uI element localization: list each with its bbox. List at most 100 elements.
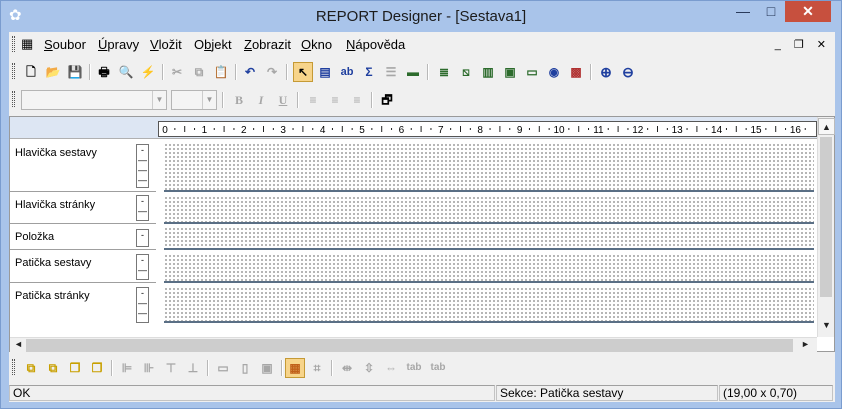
properties-icon[interactable]: 🗗 (377, 90, 397, 110)
menu-napoveda[interactable]: Nápověda (346, 37, 405, 52)
pointer-icon[interactable]: ↖ (293, 62, 313, 82)
ruler-tick (302, 126, 304, 132)
print-icon[interactable]: 🖶 (94, 62, 114, 82)
toolbar-grip[interactable] (12, 63, 15, 79)
bring-front-icon[interactable]: ⧉ (21, 358, 41, 378)
bold-button[interactable]: B (229, 90, 249, 110)
zoom-in-icon[interactable]: ⊕ (596, 62, 616, 82)
close-button[interactable]: ✕ (785, 1, 831, 22)
label-icon[interactable]: ▤ (315, 62, 335, 82)
band-page-header[interactable] (164, 196, 814, 224)
section-label-page-header[interactable]: Hlavička stránky - — (10, 192, 156, 224)
menu-soubor[interactable]: Soubor (44, 37, 86, 52)
horizontal-scrollbar[interactable]: ◄ ► (10, 337, 817, 352)
align-right-icon[interactable]: ⊪ (139, 358, 159, 378)
send-backward-icon[interactable]: ❐ (87, 358, 107, 378)
tab-v-icon[interactable]: tab (427, 358, 449, 378)
section-icon-2[interactable]: ⧅ (456, 62, 476, 82)
center-v-icon[interactable]: ⇳ (359, 358, 379, 378)
menu-vlozit[interactable]: Vložit (150, 37, 182, 52)
cut-icon[interactable]: ✂ (167, 62, 187, 82)
run-lightning-icon[interactable]: ⚡ (138, 62, 158, 82)
same-width-icon[interactable]: ▭ (213, 358, 233, 378)
chevron-down-icon[interactable]: ▼ (202, 91, 216, 109)
ruler-label: 12 (632, 125, 644, 136)
align-center-icon[interactable]: ≡ (325, 90, 345, 110)
center-h-icon[interactable]: ⇹ (337, 358, 357, 378)
maximize-button[interactable]: □ (757, 1, 785, 22)
chevron-down-icon[interactable]: ▼ (152, 91, 166, 109)
section-icon-5[interactable]: ▭ (522, 62, 542, 82)
paste-icon[interactable]: 📋 (211, 62, 231, 82)
section-label-report-footer[interactable]: Patička sestavy - — (10, 250, 156, 283)
zoom-out-icon[interactable]: ⊖ (618, 62, 638, 82)
align-left-icon[interactable]: ≡ (303, 90, 323, 110)
toolbar-grip[interactable] (12, 359, 15, 375)
vertical-scrollbar[interactable]: ▲ ▼ (817, 117, 835, 337)
band-report-header[interactable] (164, 143, 814, 192)
section-height-gauge[interactable]: - — (136, 254, 149, 280)
print-preview-icon[interactable]: 🔍 (116, 62, 136, 82)
copy-icon[interactable]: ⧉ (189, 62, 209, 82)
menu-okno[interactable]: Okno (301, 37, 332, 52)
ruler-label: 9 (517, 125, 523, 136)
section-label-report-header[interactable]: Hlavička sestavy - — — — (10, 140, 156, 192)
redo-icon[interactable]: ↷ (262, 62, 282, 82)
section-height-gauge[interactable]: - — (136, 195, 149, 221)
section-icon-4[interactable]: ▣ (500, 62, 520, 82)
section-height-gauge[interactable]: - (136, 229, 149, 247)
title-bar[interactable]: ✿ REPORT Designer - [Sestava1] — □ ✕ (1, 1, 841, 32)
horizontal-scroll-thumb[interactable] (26, 339, 793, 352)
scroll-down-button[interactable]: ▼ (818, 317, 835, 334)
scroll-left-button[interactable]: ◄ (10, 337, 27, 352)
document-icon[interactable]: ▦ (21, 36, 33, 52)
align-right-icon[interactable]: ≡ (347, 90, 367, 110)
section-label-page-footer[interactable]: Patička stránky - — — (10, 283, 156, 325)
scroll-up-button[interactable]: ▲ (818, 118, 835, 135)
section-height-gauge[interactable]: - — — — (136, 144, 149, 188)
menu-objekt[interactable]: Objekt (194, 37, 232, 52)
font-size-combo[interactable]: ▼ (171, 90, 217, 110)
section-icon-3[interactable]: ▥ (478, 62, 498, 82)
vertical-scroll-thumb[interactable] (820, 137, 832, 297)
send-back-icon[interactable]: ⧉ (43, 358, 63, 378)
toolbar-separator (427, 64, 429, 80)
align-top-icon[interactable]: ⊤ (161, 358, 181, 378)
menu-zobrazit[interactable]: Zobrazit (244, 37, 291, 52)
section-icon-1[interactable]: ≣ (434, 62, 454, 82)
menubar-grip[interactable] (12, 36, 15, 52)
band-report-footer[interactable] (164, 254, 814, 283)
save-icon[interactable]: 💾 (65, 62, 85, 82)
undo-icon[interactable]: ↶ (240, 62, 260, 82)
space-icon[interactable]: ⇔ (381, 358, 401, 378)
font-name-combo[interactable]: ▼ (21, 90, 167, 110)
tab-h-icon[interactable]: tab (403, 358, 425, 378)
line-icon[interactable]: ▬ (403, 62, 423, 82)
scroll-right-button[interactable]: ► (797, 337, 814, 352)
new-doc-icon[interactable]: 🗋 (21, 62, 41, 82)
text-field-icon[interactable]: ab (337, 62, 357, 82)
mdi-window-controls[interactable]: _ ❐ ✕ (775, 38, 831, 51)
frame-icon[interactable]: ⌗ (307, 358, 327, 378)
menu-upravy[interactable]: Úpravy (98, 37, 139, 52)
italic-button[interactable]: I (251, 90, 271, 110)
section-height-gauge[interactable]: - — — (136, 287, 149, 323)
same-height-icon[interactable]: ▯ (235, 358, 255, 378)
minimize-button[interactable]: — (729, 1, 757, 22)
same-size-icon[interactable]: ▣ (257, 358, 277, 378)
sum-icon[interactable]: Σ (359, 62, 379, 82)
grid-icon[interactable]: ▦ (285, 358, 305, 378)
list-icon[interactable]: ☰ (381, 62, 401, 82)
align-bottom-icon[interactable]: ⊥ (183, 358, 203, 378)
band-page-footer[interactable] (164, 287, 814, 323)
section-label-detail[interactable]: Položka - (10, 224, 156, 250)
report-design-area[interactable]: 0 1 2 3 4 5 6 7 8 9 10 11 12 13 14 15 16 ▲ ▼ ◄ ► Hlavičk… (9, 116, 835, 352)
align-left-icon[interactable]: ⊫ (117, 358, 137, 378)
underline-button[interactable]: U (273, 90, 293, 110)
toolbar-grip[interactable] (12, 91, 15, 107)
chart-icon[interactable]: ▩ (566, 62, 586, 82)
open-folder-icon[interactable]: 📂 (43, 62, 63, 82)
band-detail[interactable] (164, 227, 814, 250)
bring-forward-icon[interactable]: ❐ (65, 358, 85, 378)
section-icon-6[interactable]: ◉ (544, 62, 564, 82)
